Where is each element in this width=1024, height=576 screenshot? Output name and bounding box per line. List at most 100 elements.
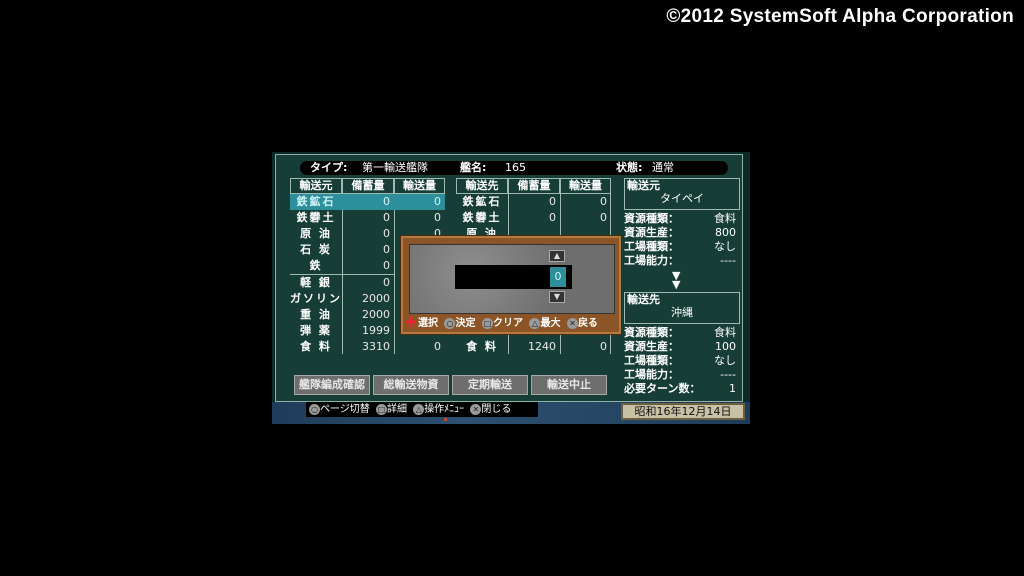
menu-hint[interactable]: 操作ﾒﾆｭｰ bbox=[424, 404, 464, 415]
table-row-stock: 0 bbox=[383, 259, 390, 272]
source-location-value: タイペイ bbox=[660, 192, 704, 205]
quantity-value: 0 bbox=[550, 267, 566, 287]
stat-row: 資源種類： 食料 bbox=[624, 326, 740, 340]
table-row-name[interactable]: 石 炭 bbox=[290, 242, 342, 258]
stat-label: 資源種類： bbox=[624, 212, 679, 225]
stat-label: 資源種類： bbox=[624, 326, 679, 339]
source-location-box: 輸送元 タイペイ bbox=[624, 178, 740, 210]
control-hints-bar: ○ ページ切替 □ 詳細 △ 操作ﾒﾆｭｰ ✕ 閉じる bbox=[306, 402, 538, 417]
dest-header-stock: 備蓄量 bbox=[508, 178, 560, 194]
total-cargo-button[interactable]: 総輸送物資 bbox=[373, 375, 449, 395]
circle-button-icon: ○ bbox=[444, 317, 456, 329]
stat-row: 資源生産： 100 bbox=[624, 340, 740, 354]
stat-value: ---- bbox=[720, 368, 736, 381]
table-row-stock: 1999 bbox=[362, 324, 390, 337]
stat-label: 工場種類： bbox=[624, 354, 679, 367]
table-row-name[interactable]: 重 油 bbox=[290, 307, 342, 323]
stat-value: 食料 bbox=[714, 326, 736, 339]
table-row-amount[interactable]: 0 bbox=[560, 210, 611, 226]
cross-button-icon: ✕ bbox=[566, 317, 578, 329]
table-row-stock: 0 bbox=[342, 194, 394, 210]
table-row-stock: 2000 bbox=[362, 308, 390, 321]
table-row-amount[interactable]: 0 bbox=[560, 194, 611, 210]
table-row-stock: 2000 bbox=[362, 292, 390, 305]
table-row-name[interactable]: 鉄 bbox=[290, 258, 342, 274]
stop-transport-button[interactable]: 輸送中止 bbox=[531, 375, 607, 395]
table-row-name[interactable]: 鉄礬土 bbox=[456, 210, 508, 226]
status-label: 状態: bbox=[616, 161, 643, 174]
table-row-stock: 3310 bbox=[362, 340, 390, 353]
stat-value: 800 bbox=[715, 226, 736, 239]
increment-arrow-icon[interactable]: ▲ bbox=[549, 250, 565, 262]
stat-row: 必要ターン数： 1 bbox=[624, 382, 740, 396]
stat-value: 100 bbox=[715, 340, 736, 353]
stat-row: 資源種類： 食料 bbox=[624, 212, 740, 226]
square-button-icon: □ bbox=[481, 317, 493, 329]
source-header-amount: 輸送量 bbox=[394, 178, 445, 194]
max-hint[interactable]: 最大 bbox=[540, 318, 560, 329]
stat-label: 資源生産： bbox=[624, 226, 679, 239]
stat-value: なし bbox=[714, 240, 736, 253]
dest-location-value: 沖縄 bbox=[671, 306, 693, 319]
stat-row: 工場種類： なし bbox=[624, 240, 740, 254]
shipname-label: 艦名: bbox=[460, 161, 487, 174]
down-arrow-icon: ▼ ▼ bbox=[672, 269, 681, 291]
clear-hint[interactable]: クリア bbox=[493, 318, 523, 329]
table-row-name[interactable]: 弾 薬 bbox=[290, 323, 342, 339]
stat-value: なし bbox=[714, 354, 736, 367]
back-hint[interactable]: 戻る bbox=[578, 318, 598, 329]
regular-transport-button[interactable]: 定期輸送 bbox=[452, 375, 528, 395]
confirm-hint[interactable]: 決定 bbox=[455, 318, 475, 329]
source-header-stock: 備蓄量 bbox=[342, 178, 394, 194]
close-hint[interactable]: 閉じる bbox=[481, 404, 511, 415]
dpad-icon: ✚ bbox=[405, 314, 417, 331]
quantity-field[interactable]: 0 bbox=[455, 265, 572, 289]
table-row-stock: 1240 bbox=[528, 340, 556, 353]
stat-label: 工場能力： bbox=[624, 368, 679, 381]
dest-location-box: 輸送先 沖縄 bbox=[624, 292, 740, 324]
shipname-value: 165 bbox=[505, 161, 526, 174]
detail-hint[interactable]: 詳細 bbox=[387, 404, 407, 415]
fleet-info-bar: タイプ: 第一輸送艦隊 艦名: 165 状態: 通常 bbox=[300, 161, 728, 175]
stat-label: 工場能力： bbox=[624, 254, 679, 267]
copyright-text: ©2012 SystemSoft Alpha Corporation bbox=[666, 6, 1014, 27]
table-row-name[interactable]: 鉄礬土 bbox=[290, 210, 342, 226]
table-row-name[interactable]: 軽 銀 bbox=[290, 275, 342, 291]
table-row-amount[interactable]: 0 bbox=[394, 210, 445, 226]
fleet-formation-button[interactable]: 艦隊編成確認 bbox=[294, 375, 370, 395]
triangle-button-icon: △ bbox=[413, 403, 425, 415]
table-row-name[interactable]: 鉄鉱石 bbox=[290, 194, 342, 210]
square-button-icon: □ bbox=[376, 403, 387, 415]
table-row-stock: 0 bbox=[383, 211, 390, 224]
triangle-button-icon: △ bbox=[529, 317, 541, 329]
select-hint[interactable]: 選択 bbox=[418, 318, 438, 329]
source-location-label: 輸送元 bbox=[627, 179, 660, 192]
table-row-stock: 0 bbox=[383, 243, 390, 256]
circle-button-icon: ○ bbox=[309, 403, 320, 415]
dest-location-label: 輸送先 bbox=[627, 293, 660, 306]
status-value: 通常 bbox=[652, 161, 674, 174]
game-date: 昭和16年12月14日 bbox=[621, 403, 745, 420]
table-row-name[interactable]: 食 料 bbox=[456, 339, 508, 355]
cross-button-icon: ✕ bbox=[470, 403, 482, 415]
decrement-arrow-icon[interactable]: ▼ bbox=[549, 291, 565, 303]
dest-header-name: 輸送先 bbox=[456, 178, 508, 194]
dest-header-amount: 輸送量 bbox=[560, 178, 611, 194]
table-row-name[interactable]: 原 油 bbox=[290, 226, 342, 242]
stat-label: 工場種類： bbox=[624, 240, 679, 253]
table-row-amount[interactable]: 0 bbox=[394, 339, 445, 355]
quantity-dialog: ▲ 0 ▼ ✚選択 ○ 決定 □ クリア △ 最大 ✕ 戻る bbox=[401, 236, 621, 334]
table-row-name[interactable]: 食 料 bbox=[290, 339, 342, 355]
stat-value: ---- bbox=[720, 254, 736, 267]
page-switch-hint[interactable]: ページ切替 bbox=[320, 404, 370, 415]
table-row-amount[interactable]: 0 bbox=[560, 339, 611, 355]
stat-row: 工場能力： ---- bbox=[624, 254, 740, 268]
table-row-name[interactable]: ガソリン bbox=[290, 291, 342, 307]
table-row-name[interactable]: 鉄鉱石 bbox=[456, 194, 508, 210]
stat-row: 資源生産： 800 bbox=[624, 226, 740, 240]
stat-row: 工場能力： ---- bbox=[624, 368, 740, 382]
table-row-amount[interactable]: 0 bbox=[394, 194, 445, 210]
type-value: 第一輸送艦隊 bbox=[362, 161, 428, 174]
table-row-stock: 0 bbox=[549, 195, 556, 208]
map-marker bbox=[444, 418, 447, 421]
